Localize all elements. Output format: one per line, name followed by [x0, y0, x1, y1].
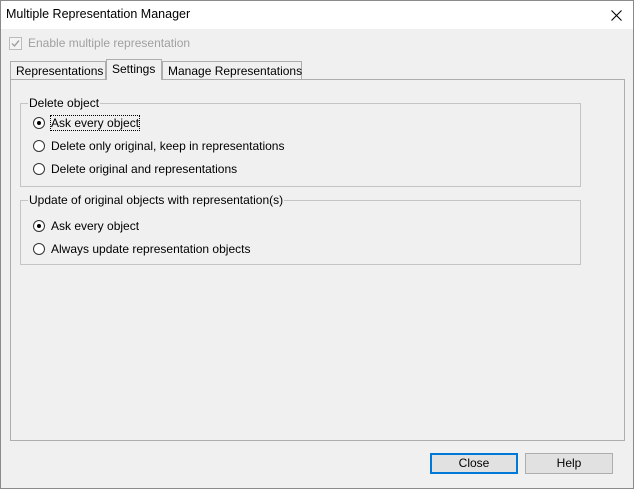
close-button[interactable]: Close	[430, 453, 518, 474]
update-original-legend: Update of original objects with represen…	[28, 193, 285, 207]
enable-multiple-checkbox[interactable]	[9, 36, 22, 50]
radio-button[interactable]	[33, 163, 45, 175]
window-title: Multiple Representation Manager	[6, 7, 191, 21]
option-label: Always update representation objects	[51, 242, 251, 256]
delete-object-legend: Delete object	[28, 96, 101, 110]
settings-panel: Delete object Ask every object Delete on…	[10, 79, 625, 441]
enable-multiple-representation[interactable]: Enable multiple representation	[9, 35, 190, 51]
option-label: Ask every object	[49, 115, 141, 131]
option-label: Ask every object	[51, 219, 140, 233]
always-update-option[interactable]: Always update representation objects	[33, 241, 250, 257]
title-bar[interactable]: Multiple Representation Manager	[1, 1, 633, 29]
tab-manage-representations[interactable]: Manage Representations	[162, 61, 302, 79]
option-label: Delete original and representations	[51, 162, 238, 176]
radio-button[interactable]	[33, 117, 45, 129]
close-icon[interactable]	[599, 1, 633, 29]
update-original-group: Update of original objects with represen…	[20, 193, 581, 265]
delete-object-group: Delete object Ask every object Delete on…	[20, 96, 581, 187]
dialog-window: Multiple Representation Manager Enable m…	[0, 0, 634, 489]
enable-multiple-label: Enable multiple representation	[28, 36, 191, 50]
delete-only-original-option[interactable]: Delete only original, keep in representa…	[33, 138, 284, 154]
update-ask-every-object-option[interactable]: Ask every object	[33, 218, 139, 234]
radio-button[interactable]	[33, 220, 45, 232]
option-label: Delete only original, keep in representa…	[51, 139, 285, 153]
delete-ask-every-object-option[interactable]: Ask every object	[33, 115, 141, 131]
checkmark-icon	[11, 39, 20, 47]
radio-button[interactable]	[33, 243, 45, 255]
radio-button[interactable]	[33, 140, 45, 152]
tab-settings[interactable]: Settings	[106, 59, 162, 80]
help-button[interactable]: Help	[525, 453, 613, 474]
tab-representations[interactable]: Representations	[10, 61, 106, 79]
delete-original-and-representations-option[interactable]: Delete original and representations	[33, 161, 237, 177]
